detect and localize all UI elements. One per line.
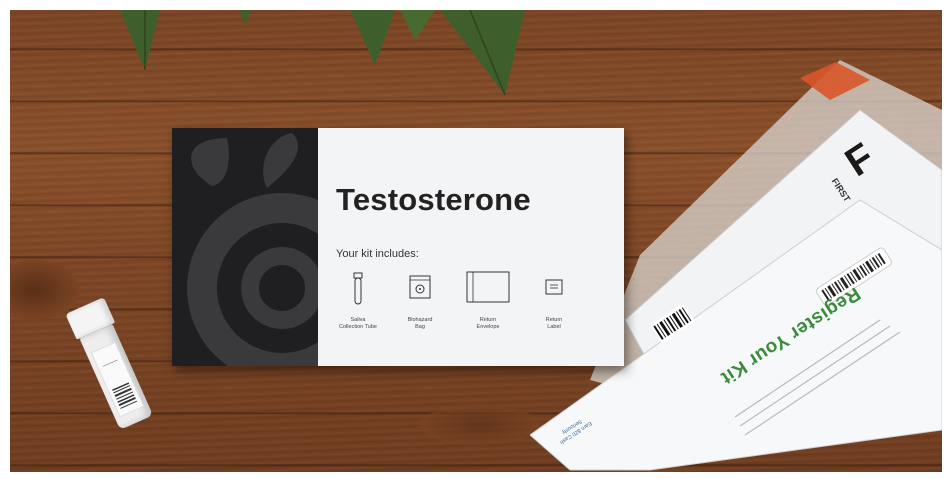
kit-item-label-line: Bag bbox=[415, 324, 425, 330]
kit-item-label-line: Return bbox=[545, 317, 563, 323]
kit-item-biohazard-bag: Biohazard Bag bbox=[390, 270, 450, 331]
kit-item-label-line: Saliva bbox=[350, 317, 366, 323]
wood-knot bbox=[420, 405, 540, 445]
kit-includes-heading: Your kit includes: bbox=[336, 248, 419, 260]
kit-item-label-line: Biohazard bbox=[407, 317, 433, 323]
label-icon bbox=[545, 279, 563, 295]
kit-card: Testosterone Your kit includes: Saliva C… bbox=[172, 128, 624, 366]
kit-item-label-line: Label bbox=[547, 324, 561, 330]
kit-item-label-line: Return bbox=[479, 317, 497, 323]
leaf-icon bbox=[350, 10, 525, 96]
kit-item-label: Return Label bbox=[524, 317, 584, 331]
kit-item-label: Biohazard Bag bbox=[390, 317, 450, 331]
tube-body bbox=[79, 323, 154, 430]
kit-item-label: Return Envelope bbox=[458, 317, 518, 331]
kit-item-label-line: Envelope bbox=[476, 324, 500, 330]
kit-item-return-label: Return Label bbox=[524, 270, 584, 331]
kit-item-label: Saliva Collection Tube bbox=[328, 317, 388, 331]
envelope-icon bbox=[466, 271, 510, 303]
card-logo-panel bbox=[172, 128, 318, 366]
saliva-tube bbox=[65, 297, 156, 433]
barcode-icon bbox=[90, 341, 145, 418]
scene: F FIRST Register Your Kit Earn $20 Cash … bbox=[0, 0, 947, 479]
brand-logo-icon bbox=[187, 133, 318, 366]
kit-item-label-line: Collection Tube bbox=[339, 324, 377, 330]
kit-title: Testosterone bbox=[336, 182, 531, 217]
test-tube-icon bbox=[353, 272, 363, 305]
card-info-panel: Testosterone Your kit includes: Saliva C… bbox=[318, 128, 624, 366]
leaf-icon bbox=[120, 10, 160, 70]
leaf-icon bbox=[239, 10, 251, 24]
biohazard-bag-icon bbox=[409, 275, 431, 299]
kit-item-saliva-tube: Saliva Collection Tube bbox=[328, 270, 388, 331]
kit-item-return-envelope: Return Envelope bbox=[458, 270, 518, 331]
product-photo: F FIRST Register Your Kit Earn $20 Cash … bbox=[10, 10, 942, 472]
